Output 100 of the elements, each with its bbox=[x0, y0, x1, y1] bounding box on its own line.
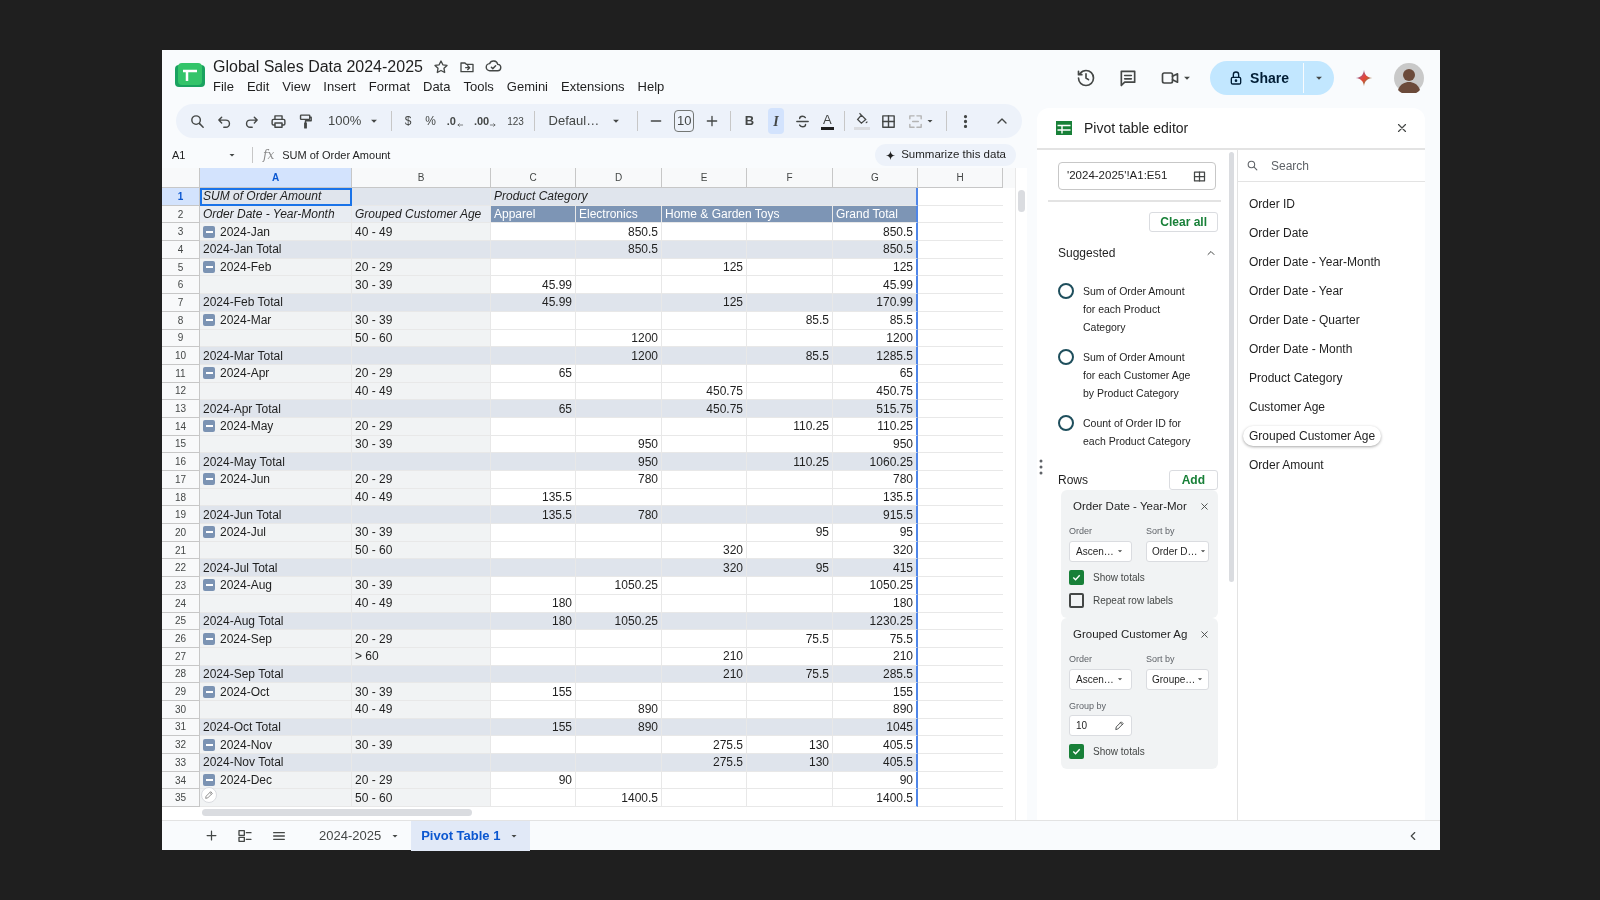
menu-item[interactable]: Insert bbox=[318, 77, 361, 96]
print-icon[interactable] bbox=[270, 112, 287, 130]
font-dropdown[interactable]: Defaul… bbox=[544, 111, 628, 131]
sheet-tab[interactable]: Pivot Table 1 bbox=[411, 820, 531, 851]
row-number[interactable]: 7 bbox=[162, 294, 200, 312]
collapse-toggle[interactable] bbox=[203, 420, 215, 433]
sheets-icon[interactable] bbox=[237, 827, 253, 844]
field-item[interactable]: Customer Age bbox=[1243, 397, 1332, 417]
collapse-toggle[interactable] bbox=[203, 526, 215, 539]
menu-item[interactable]: Tools bbox=[458, 77, 499, 96]
decrease-decimal-button[interactable]: .0 bbox=[446, 112, 464, 130]
field-item[interactable]: Order Date - Quarter bbox=[1243, 310, 1366, 330]
row-number[interactable]: 29 bbox=[162, 683, 200, 701]
menu-item[interactable]: Format bbox=[363, 77, 415, 96]
comment-icon[interactable] bbox=[1118, 68, 1139, 88]
document-title[interactable]: Global Sales Data 2024-2025 bbox=[213, 56, 423, 77]
collapse-toggle[interactable] bbox=[203, 225, 215, 238]
menu-item[interactable]: Extensions bbox=[556, 77, 630, 96]
menu-item[interactable]: File bbox=[208, 77, 239, 96]
currency-button[interactable]: $ bbox=[401, 112, 415, 130]
collapse-toggle[interactable] bbox=[203, 473, 215, 486]
close-icon[interactable] bbox=[1395, 121, 1409, 135]
borders-icon[interactable] bbox=[880, 112, 898, 130]
collapse-toggle[interactable] bbox=[203, 261, 215, 274]
remove-icon[interactable] bbox=[1199, 501, 1210, 513]
paint-format-icon[interactable] bbox=[297, 112, 314, 130]
sheet-tab[interactable]: 2024-2025 bbox=[309, 820, 412, 851]
collapse-toggle[interactable] bbox=[203, 632, 215, 645]
row-number[interactable]: 17 bbox=[162, 471, 200, 489]
merge-cells-icon[interactable] bbox=[907, 112, 925, 130]
field-item[interactable]: Order Date - Month bbox=[1243, 339, 1359, 359]
percent-button[interactable]: % bbox=[424, 112, 437, 130]
suggestion-text[interactable]: Sum of Order Amount for each Product Category bbox=[1083, 282, 1198, 336]
field-item[interactable]: Product Category bbox=[1243, 368, 1349, 388]
collapse-toggle[interactable] bbox=[203, 685, 215, 698]
italic-button[interactable]: I bbox=[767, 108, 785, 134]
field-item[interactable]: Order Amount bbox=[1243, 455, 1330, 475]
scrollbar-thumb[interactable] bbox=[1229, 152, 1234, 582]
row-number[interactable]: 22 bbox=[162, 559, 200, 578]
row-number[interactable]: 10 bbox=[162, 347, 200, 365]
row-number[interactable]: 3 bbox=[162, 223, 200, 242]
number-format-button[interactable]: 123 bbox=[507, 113, 524, 129]
font-size-field[interactable]: 10 bbox=[673, 110, 695, 132]
field-item[interactable]: Order Date bbox=[1243, 223, 1315, 243]
row-number[interactable]: 23 bbox=[162, 577, 200, 595]
star-icon[interactable] bbox=[432, 58, 449, 75]
row-number[interactable]: 16 bbox=[162, 453, 200, 471]
radio-button[interactable] bbox=[1058, 415, 1074, 431]
collapse-toggle[interactable] bbox=[203, 367, 215, 380]
menu-item[interactable]: View bbox=[277, 77, 316, 96]
order-dropdown[interactable]: Ascen… bbox=[1069, 540, 1132, 562]
field-item[interactable]: Order Date - Year bbox=[1243, 281, 1350, 301]
scrollbar-thumb[interactable] bbox=[1018, 190, 1025, 212]
menu-item[interactable]: Data bbox=[418, 77, 456, 96]
sort-dropdown[interactable]: Groupe… bbox=[1146, 668, 1209, 690]
avatar-icon[interactable] bbox=[1394, 63, 1424, 93]
radio-button[interactable] bbox=[1058, 349, 1074, 365]
checkbox[interactable] bbox=[1069, 592, 1084, 608]
zoom-dropdown[interactable]: 100% bbox=[324, 111, 382, 131]
search-icon[interactable] bbox=[189, 112, 206, 130]
remove-icon[interactable] bbox=[1199, 628, 1210, 640]
suggestion-text[interactable]: Sum of Order Amount for each Customer Age by Product Category bbox=[1083, 348, 1198, 402]
menu-item[interactable]: Gemini bbox=[501, 77, 553, 96]
menu-item[interactable]: Edit bbox=[241, 77, 275, 96]
collapse-toggle[interactable] bbox=[203, 738, 215, 751]
row-number[interactable]: 19 bbox=[162, 506, 200, 525]
scrollbar-thumb[interactable] bbox=[202, 808, 472, 816]
summarize-button[interactable]: Summarize this data bbox=[875, 144, 1016, 166]
row-number[interactable]: 6 bbox=[162, 276, 200, 295]
range-field[interactable]: '2024-2025'!A1:E51 bbox=[1058, 162, 1216, 190]
row-number[interactable]: 26 bbox=[162, 630, 200, 648]
field-item[interactable]: Order ID bbox=[1243, 194, 1301, 214]
radio-button[interactable] bbox=[1058, 283, 1074, 299]
history-icon[interactable] bbox=[1076, 68, 1097, 88]
sort-dropdown[interactable]: Order D… bbox=[1146, 540, 1209, 562]
search-field[interactable]: Search bbox=[1238, 150, 1425, 182]
text-color-button[interactable]: A bbox=[821, 112, 834, 130]
row-number[interactable]: 33 bbox=[162, 754, 200, 772]
checkbox[interactable] bbox=[1069, 569, 1084, 585]
collapse-toggle[interactable] bbox=[203, 774, 215, 787]
group-by-field[interactable]: 10 bbox=[1069, 715, 1132, 736]
field-item[interactable]: Grouped Customer Age bbox=[1243, 426, 1382, 446]
strikethrough-icon[interactable] bbox=[794, 112, 812, 130]
clear-all-button[interactable]: Clear all bbox=[1149, 212, 1218, 232]
drag-handle-icon[interactable] bbox=[1039, 459, 1043, 475]
checkbox[interactable] bbox=[1069, 744, 1084, 759]
formula-text[interactable]: SUM of Order Amount bbox=[282, 146, 391, 164]
row-number[interactable]: 32 bbox=[162, 736, 200, 754]
order-dropdown[interactable]: Ascen… bbox=[1069, 668, 1132, 690]
menu-item[interactable]: Help bbox=[632, 77, 670, 96]
increase-decimal-button[interactable]: .00 bbox=[473, 112, 498, 130]
name-box[interactable]: A1 bbox=[172, 146, 242, 164]
collapse-toggle[interactable] bbox=[203, 579, 215, 592]
row-number[interactable]: 4 bbox=[162, 241, 200, 259]
row-number[interactable]: 13 bbox=[162, 400, 200, 418]
row-number[interactable]: 20 bbox=[162, 524, 200, 542]
column-header[interactable]: H bbox=[918, 168, 1003, 188]
field-item[interactable]: Order Date - Year-Month bbox=[1243, 252, 1387, 272]
suggestion-text[interactable]: Count of Order ID for each Product Category bbox=[1083, 414, 1198, 450]
collapse-toggle[interactable] bbox=[203, 314, 215, 327]
